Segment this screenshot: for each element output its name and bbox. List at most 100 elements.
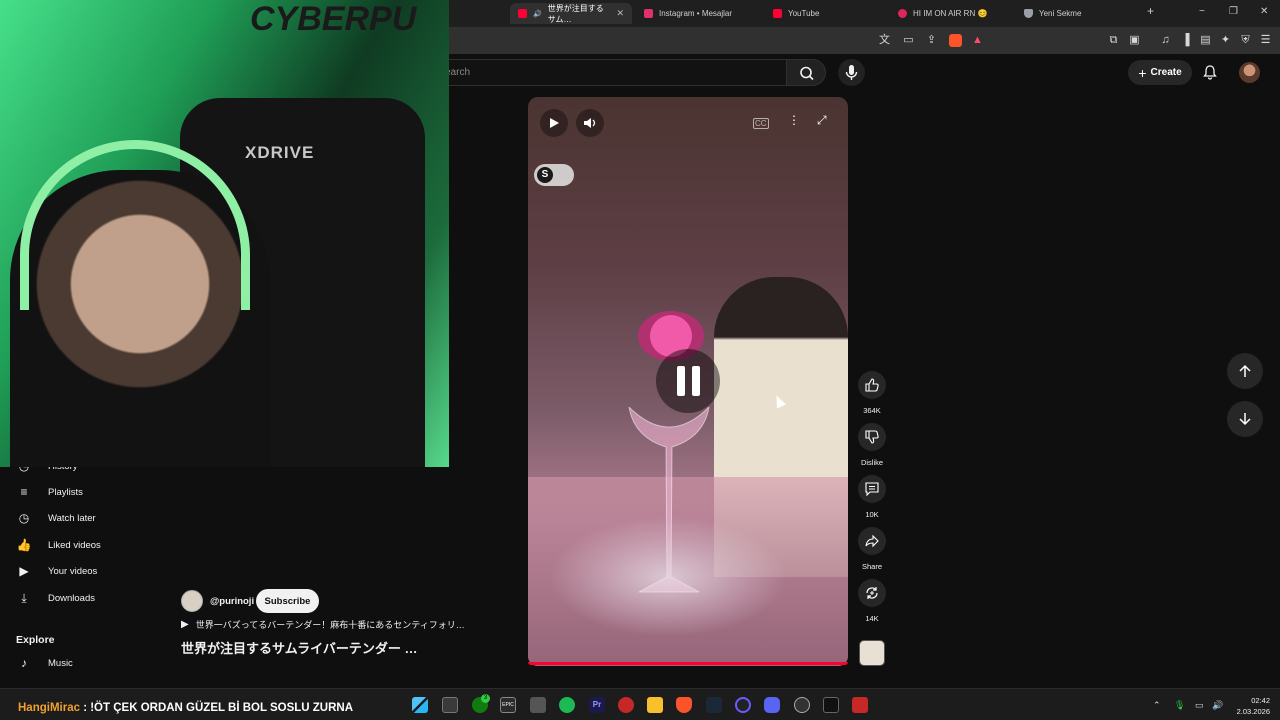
- account-avatar[interactable]: [1239, 62, 1260, 83]
- leo-ai-icon[interactable]: ✦: [1219, 34, 1232, 47]
- menu-icon[interactable]: ☰: [1259, 34, 1272, 47]
- capcut-icon[interactable]: [823, 697, 839, 713]
- stream-favicon-icon: [898, 9, 907, 18]
- extensions-icon[interactable]: ⧉: [1107, 34, 1120, 47]
- sidebar-item-label: Liked videos: [48, 539, 101, 551]
- settings-gear-icon[interactable]: [794, 697, 810, 713]
- desktop-icon[interactable]: [442, 697, 458, 713]
- audio-source-thumbnail[interactable]: [859, 640, 885, 666]
- translate-icon[interactable]: 文: [878, 34, 891, 47]
- tray-overflow-icon[interactable]: ⌃: [1153, 700, 1161, 711]
- epic-games-icon[interactable]: EPIC: [500, 697, 516, 713]
- comments-action[interactable]: 10K: [858, 475, 886, 519]
- dislike-action[interactable]: Dislike: [858, 423, 886, 467]
- more-options-icon[interactable]: ⋮: [788, 113, 800, 127]
- game-launcher-icon[interactable]: [852, 697, 868, 713]
- media-icon[interactable]: ♫: [1159, 34, 1172, 47]
- share-action[interactable]: Share: [858, 527, 886, 571]
- volume-tray-icon[interactable]: 🔊: [1212, 700, 1223, 711]
- like-action[interactable]: 364K: [858, 371, 886, 415]
- share-page-icon[interactable]: ⇪: [925, 34, 938, 47]
- comments-button[interactable]: [858, 475, 886, 503]
- pause-bar-left: [676, 366, 685, 396]
- calculator-icon[interactable]: [530, 697, 546, 713]
- brave-browser-icon[interactable]: [676, 697, 692, 713]
- screenshot-icon[interactable]: ▣: [1128, 34, 1141, 47]
- video-title[interactable]: 世界が注目するサムライバーテンダー …: [181, 638, 417, 657]
- rewards-icon[interactable]: ▲: [971, 34, 984, 47]
- channel-avatar[interactable]: [181, 590, 203, 612]
- captions-icon[interactable]: CC: [753, 118, 769, 129]
- wallet-icon[interactable]: ▤: [1199, 34, 1212, 47]
- overlay-toggle[interactable]: S: [534, 164, 574, 186]
- tab-new[interactable]: Yeni Sekme: [1016, 3, 1141, 24]
- remix-action[interactable]: 14K: [858, 579, 886, 623]
- dislike-button[interactable]: [858, 423, 886, 451]
- play-icon: [550, 118, 559, 128]
- clock-time: 02:42: [1251, 696, 1270, 705]
- discord-icon[interactable]: [764, 697, 780, 713]
- tab-current-video[interactable]: 🔊 世界が注目するサム… ✕: [510, 3, 632, 24]
- spotify-icon[interactable]: [559, 697, 575, 713]
- sidebar-item-downloads[interactable]: ⤓ Downloads: [16, 588, 95, 608]
- cast-icon[interactable]: ▭: [902, 34, 915, 47]
- file-explorer-icon[interactable]: [647, 697, 663, 713]
- remix-button[interactable]: [858, 579, 886, 607]
- notifications-bell-icon[interactable]: [1202, 64, 1218, 80]
- channel-name[interactable]: @purinoji: [210, 596, 254, 607]
- start-menu-icon[interactable]: [412, 697, 428, 713]
- music-icon: ♪: [21, 656, 27, 670]
- speaker-icon: 🔊: [533, 10, 542, 18]
- video-progress-bar[interactable]: [528, 662, 848, 665]
- short-video-player[interactable]: CC ⋮ ⤢ S: [528, 97, 848, 666]
- sidebar-item-liked-videos[interactable]: 👍 Liked videos: [16, 535, 101, 555]
- close-window-button[interactable]: ✕: [1260, 6, 1268, 17]
- tab-label: 世界が注目するサム…: [547, 3, 604, 24]
- tab-label: Yeni Sekme: [1039, 9, 1082, 18]
- fullscreen-icon[interactable]: ⤢: [817, 113, 827, 128]
- share-button[interactable]: [858, 527, 886, 555]
- tab-youtube[interactable]: YouTube: [765, 3, 890, 24]
- search-input[interactable]: earch: [430, 59, 786, 86]
- subscribe-button[interactable]: Subscribe: [256, 589, 319, 613]
- minimize-button[interactable]: −: [1199, 6, 1205, 17]
- record-app-icon[interactable]: [618, 697, 634, 713]
- sidebar-item-watch-later[interactable]: ◷ Watch later: [16, 508, 96, 528]
- premiere-icon[interactable]: Pr: [589, 697, 605, 713]
- new-tab-button[interactable]: +: [1147, 4, 1154, 18]
- remix-count: 14K: [865, 614, 879, 623]
- tab-instagram[interactable]: Instagram • Mesajlar: [636, 3, 761, 24]
- previous-short-button[interactable]: [1227, 353, 1263, 389]
- create-button[interactable]: + Create: [1128, 60, 1192, 85]
- shield-favicon-icon: [1024, 9, 1033, 18]
- tab-label: HI IM ON AIR RN 😊: [913, 9, 988, 18]
- system-clock[interactable]: 02:42 2.03.2026: [1230, 695, 1270, 717]
- mic-tray-icon[interactable]: 🎙: [1174, 700, 1185, 711]
- comment-count: 10K: [865, 510, 879, 519]
- vpn-icon[interactable]: ⛨: [1239, 34, 1252, 47]
- restore-button[interactable]: ❐: [1229, 6, 1238, 17]
- instagram-favicon-icon: [644, 9, 653, 18]
- next-short-button[interactable]: [1227, 401, 1263, 437]
- tab-close-icon[interactable]: ✕: [616, 8, 624, 19]
- sidebar-item-playlists[interactable]: ≡ Playlists: [16, 482, 82, 502]
- voice-search-button[interactable]: [838, 59, 865, 86]
- sidebar-item-music[interactable]: ♪ Music: [16, 653, 73, 673]
- play-button[interactable]: [540, 109, 568, 137]
- like-button[interactable]: [858, 371, 886, 399]
- sidebar-toggle-icon[interactable]: ▐: [1179, 34, 1192, 47]
- sidebar-item-your-videos[interactable]: ▶ Your videos: [16, 561, 97, 581]
- steam-icon[interactable]: [706, 697, 722, 713]
- network-icon[interactable]: ▭: [1195, 700, 1204, 711]
- microphone-icon: [845, 65, 858, 80]
- volume-button[interactable]: [576, 109, 604, 137]
- youtube-favicon-icon: [518, 9, 527, 18]
- brave-shield-icon[interactable]: [949, 34, 962, 47]
- arrow-down-icon: [1239, 413, 1251, 426]
- search-button[interactable]: [786, 59, 826, 86]
- video-description[interactable]: ▶ 世界一バズってるバーテンダー！麻布十番にあるセンティフォリ…: [181, 618, 465, 631]
- tab-on-air[interactable]: HI IM ON AIR RN 😊: [890, 3, 1015, 24]
- obs-icon[interactable]: [735, 697, 751, 713]
- sidebar-item-label: Your videos: [48, 565, 98, 577]
- pause-overlay-button[interactable]: [656, 349, 720, 413]
